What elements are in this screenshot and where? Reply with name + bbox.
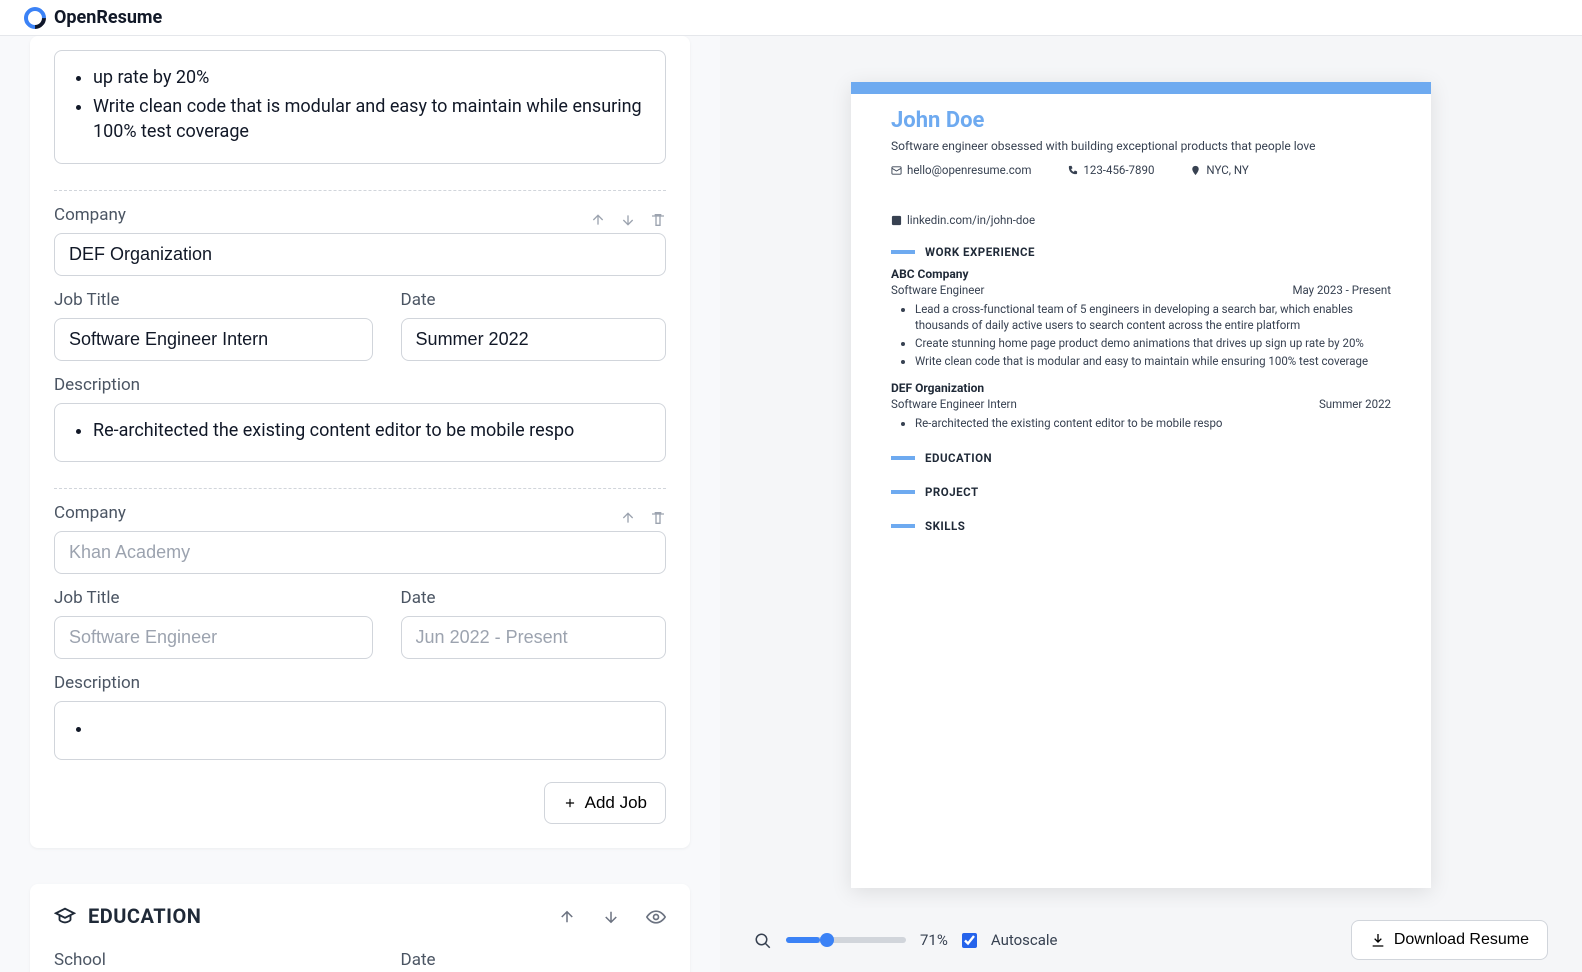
plus-icon [563, 796, 577, 810]
date-label: Date [401, 588, 666, 608]
divider [54, 488, 666, 489]
preview-toolbar: 71% Autoscale Download Resume [720, 908, 1582, 972]
autoscale-checkbox[interactable] [962, 933, 977, 948]
resume-project-section: PROJECT [891, 485, 1391, 499]
move-down-icon[interactable] [620, 209, 636, 228]
contact-email: hello@openresume.com [907, 163, 1031, 177]
resume-education-section: EDUCATION [891, 451, 1391, 465]
work-section-title: WORK EXPERIENCE [925, 245, 1035, 259]
pin-icon [1190, 165, 1201, 176]
section-bar [891, 524, 915, 528]
date-label: Date [401, 290, 666, 310]
eye-icon[interactable] [646, 905, 666, 926]
jobtitle-label: Job Title [54, 290, 373, 310]
company-label: Company [54, 205, 126, 225]
description-label: Description [54, 673, 666, 693]
section-bar [891, 250, 915, 254]
jobtitle-input[interactable] [54, 318, 373, 361]
resume-work-section: WORK EXPERIENCE ABC Company Software Eng… [891, 245, 1391, 431]
job2-bullet [93, 716, 647, 741]
r-company: DEF Organization [891, 381, 1391, 395]
contact-location: NYC, NY [1206, 163, 1248, 177]
phone-icon [1067, 165, 1078, 176]
zoom-icon[interactable] [754, 930, 772, 949]
date-label: Date [401, 950, 666, 970]
contact-phone: 123-456-7890 [1083, 163, 1154, 177]
zoom-slider[interactable] [786, 937, 906, 943]
slider-thumb[interactable] [820, 933, 834, 947]
resume-preview: John Doe Software engineer obsessed with… [851, 82, 1431, 888]
job0-bullet: up rate by 20% [93, 65, 647, 90]
resume-summary: Software engineer obsessed with building… [891, 139, 1391, 153]
company-label: Company [54, 503, 126, 523]
add-job-button[interactable]: Add Job [544, 782, 666, 824]
job1-bullet: Re-architected the existing content edit… [93, 418, 647, 443]
move-up-icon[interactable] [620, 507, 636, 526]
date-input[interactable] [401, 318, 666, 361]
r-bullet: Write clean code that is modular and eas… [915, 353, 1391, 369]
contact-row: hello@openresume.com 123-456-7890 NYC, N… [891, 163, 1391, 227]
download-icon [1370, 932, 1386, 948]
logo-icon [19, 2, 50, 33]
resume-banner [851, 82, 1431, 94]
section-bar [891, 456, 915, 460]
r-date: May 2023 - Present [1292, 283, 1391, 297]
zoom-percent: 71% [920, 931, 948, 949]
r-title: Software Engineer [891, 283, 984, 297]
divider [54, 190, 666, 191]
education-card: EDUCATION School Date [30, 884, 690, 972]
move-up-icon[interactable] [558, 905, 576, 926]
resume-name: John Doe [891, 108, 1391, 133]
jobtitle-label: Job Title [54, 588, 373, 608]
description-label: Description [54, 375, 666, 395]
download-label: Download Resume [1394, 931, 1529, 949]
r-bullet: Re-architected the existing content edit… [915, 415, 1391, 431]
r-company: ABC Company [891, 267, 1391, 281]
trash-icon[interactable] [650, 209, 666, 228]
r-bullet: Lead a cross-functional team of 5 engine… [915, 301, 1391, 333]
logo-text: OpenResume [54, 7, 162, 28]
add-job-label: Add Job [585, 793, 647, 813]
app-header: OpenResume [0, 0, 1582, 36]
education-section-title: EDUCATION [925, 451, 992, 465]
autoscale-label: Autoscale [991, 931, 1058, 949]
date-input[interactable] [401, 616, 666, 659]
r-title: Software Engineer Intern [891, 397, 1017, 411]
graduation-cap-icon [54, 905, 76, 927]
slider-fill [786, 937, 820, 943]
project-section-title: PROJECT [925, 485, 979, 499]
company-input[interactable] [54, 233, 666, 276]
mail-icon [891, 165, 902, 176]
school-label: School [54, 950, 373, 970]
company-input[interactable] [54, 531, 666, 574]
form-pane[interactable]: up rate by 20% Write clean code that is … [0, 36, 720, 972]
job0-bullet: Write clean code that is modular and eas… [93, 94, 647, 144]
skills-section-title: SKILLS [925, 519, 965, 533]
move-up-icon[interactable] [590, 209, 606, 228]
linkedin-icon [891, 215, 902, 226]
work-card: up rate by 20% Write clean code that is … [30, 36, 690, 848]
job0-description[interactable]: up rate by 20% Write clean code that is … [54, 50, 666, 164]
trash-icon[interactable] [650, 507, 666, 526]
download-button[interactable]: Download Resume [1351, 920, 1548, 960]
resume-skills-section: SKILLS [891, 519, 1391, 533]
preview-pane: John Doe Software engineer obsessed with… [720, 36, 1582, 972]
job2-description[interactable] [54, 701, 666, 760]
move-down-icon[interactable] [602, 905, 620, 926]
jobtitle-input[interactable] [54, 616, 373, 659]
contact-linkedin: linkedin.com/in/john-doe [907, 213, 1035, 227]
r-date: Summer 2022 [1319, 397, 1391, 411]
section-bar [891, 490, 915, 494]
education-heading: EDUCATION [88, 904, 201, 928]
r-bullet: Create stunning home page product demo a… [915, 335, 1391, 351]
job1-description[interactable]: Re-architected the existing content edit… [54, 403, 666, 462]
